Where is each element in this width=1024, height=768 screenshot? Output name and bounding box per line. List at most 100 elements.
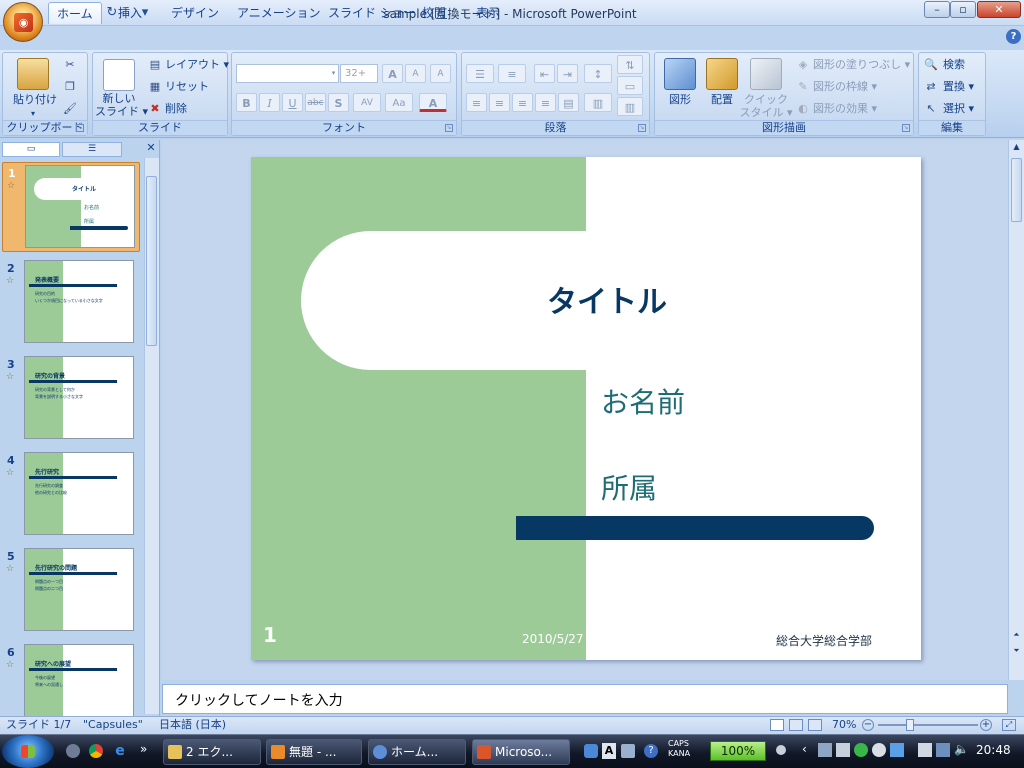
columns-icon[interactable]: ▥	[584, 93, 612, 112]
quick-style-label-2[interactable]: スタイル ▾	[739, 106, 793, 119]
numbering-icon[interactable]: ≡	[498, 64, 526, 83]
new-slide-label-1[interactable]: 新しい	[97, 92, 141, 105]
volume-icon[interactable]: 🔈	[954, 742, 969, 756]
chrome-icon[interactable]	[89, 744, 103, 758]
slideshow-view-icon[interactable]	[808, 719, 822, 731]
tools-icon[interactable]	[621, 744, 635, 758]
paste-arrow-icon[interactable]: ▾	[27, 107, 39, 120]
align-right-icon[interactable]: ≡	[512, 93, 533, 112]
shapes-icon[interactable]	[664, 58, 696, 90]
tray-device-icon[interactable]	[836, 743, 850, 757]
reset-button[interactable]: リセット	[165, 80, 209, 94]
task-powerpoint[interactable]: Microso...	[472, 739, 570, 765]
tab-insert[interactable]: 挿入	[110, 2, 150, 24]
tab-home[interactable]: ホーム	[48, 2, 102, 24]
bold-button[interactable]: B	[236, 93, 257, 112]
prev-slide-icon[interactable]: ⏶	[1011, 630, 1022, 642]
tray-display-icon[interactable]	[936, 743, 950, 757]
find-button[interactable]: 検索	[943, 58, 965, 72]
paste-icon[interactable]	[17, 58, 49, 90]
italic-button[interactable]: I	[259, 93, 280, 112]
paragraph-dialog-launcher-icon[interactable]: ↘	[638, 124, 646, 132]
increase-indent-icon[interactable]: ⇥	[557, 64, 578, 83]
slide-thumbnail[interactable]: 研究への展望 今後の展望 将来への見通し	[24, 644, 134, 716]
format-painter-icon[interactable]: 🖌	[63, 102, 77, 116]
clock[interactable]: 20:48	[976, 743, 1011, 757]
delete-icon[interactable]: ✖	[148, 102, 162, 116]
slides-pane-scrollbar[interactable]	[144, 158, 159, 714]
tab-slides-pane[interactable]: ▭	[2, 142, 60, 157]
slide-thumbnail[interactable]: 先行研究の問題 問題点の一つ目 問題点の二つ目	[24, 548, 134, 631]
slide-thumbnail[interactable]: 発表概要 研究の目的 いくつか項目になっている小さな文字	[24, 260, 134, 343]
slide-thumbnail-row[interactable]: 4 ☆ 先行研究 先行研究の調査 他の研究との比較	[2, 450, 140, 540]
decrease-indent-icon[interactable]: ⇤	[534, 64, 555, 83]
close-pane-icon[interactable]: ✕	[145, 142, 157, 154]
status-language[interactable]: 日本語 (日本)	[159, 718, 226, 732]
shape-fill-icon[interactable]: ◈	[796, 58, 810, 72]
zoom-slider-thumb[interactable]	[906, 719, 914, 731]
ime-help-icon[interactable]: ?	[644, 744, 658, 758]
help-icon[interactable]: ?	[1006, 29, 1021, 44]
distribute-icon[interactable]: ▤	[558, 93, 579, 112]
replace-icon[interactable]: ⇄	[924, 80, 938, 94]
align-center-icon[interactable]: ≡	[489, 93, 510, 112]
find-icon[interactable]: 🔍	[924, 58, 938, 72]
tab-outline-pane[interactable]: ☰	[62, 142, 122, 157]
tray-app-icon[interactable]	[776, 745, 786, 755]
tray-update-icon[interactable]	[872, 743, 886, 757]
quick-style-label-1[interactable]: クイック	[743, 93, 789, 106]
shrink-font-icon[interactable]: A	[405, 64, 426, 83]
slide-thumbnail-row[interactable]: 6 ☆ 研究への展望 今後の展望 将来への見通し	[2, 642, 140, 716]
minimize-button[interactable]: –	[924, 1, 950, 18]
sorter-view-icon[interactable]	[789, 719, 803, 731]
replace-button[interactable]: 置換 ▾	[943, 80, 974, 94]
select-button[interactable]: 選択 ▾	[943, 102, 974, 116]
slide-scrollbar[interactable]: ▲ ⏶ ⏷	[1008, 140, 1024, 680]
ie-icon[interactable]: e	[112, 743, 128, 759]
notes-placeholder[interactable]: クリックしてノートを入力	[175, 690, 343, 710]
shape-effects-icon[interactable]: ◐	[796, 102, 810, 116]
close-button[interactable]: ✕	[977, 1, 1021, 18]
tab-review[interactable]: 校閲	[414, 2, 454, 24]
zoom-level[interactable]: 70%	[832, 718, 856, 732]
tray-network-icon[interactable]	[818, 743, 832, 757]
strikethrough-button[interactable]: abc	[305, 93, 326, 112]
shape-outline-button[interactable]: 図形の枠線 ▾	[813, 80, 877, 94]
start-button[interactable]	[2, 735, 54, 768]
font-name-combo[interactable]	[236, 64, 339, 83]
slide-affiliation[interactable]: 所属	[601, 467, 657, 507]
arrange-icon[interactable]	[706, 58, 738, 90]
font-color-button[interactable]: A	[419, 93, 447, 112]
tab-design[interactable]: デザイン	[163, 2, 227, 24]
clear-format-icon[interactable]: A	[430, 64, 451, 83]
char-spacing-button[interactable]: AV	[353, 93, 381, 112]
tray-expand-icon[interactable]: ‹	[802, 742, 807, 756]
input-mode-icon[interactable]: A	[602, 743, 616, 759]
shape-fill-button[interactable]: 図形の塗りつぶし ▾	[813, 58, 910, 72]
delete-button[interactable]: 削除	[165, 102, 187, 116]
slide-thumbnail-row[interactable]: 2 ☆ 発表概要 研究の目的 いくつか項目になっている小さな文字	[2, 258, 140, 348]
zoom-in-icon[interactable]: +	[980, 719, 992, 731]
ime-icon[interactable]	[584, 744, 598, 758]
font-size-combo[interactable]: 32+	[340, 64, 378, 83]
bullets-icon[interactable]: ☰	[466, 64, 494, 83]
layout-button[interactable]: レイアウト ▾	[165, 58, 229, 72]
task-browser[interactable]: ホーム...	[368, 739, 466, 765]
reset-icon[interactable]: ▦	[148, 80, 162, 94]
change-case-button[interactable]: Aa	[385, 93, 413, 112]
grow-font-icon[interactable]: A	[382, 64, 403, 83]
new-slide-label-2[interactable]: スライド ▾	[95, 105, 148, 118]
dialog-launcher-icon[interactable]: ↘	[76, 124, 84, 132]
shape-outline-icon[interactable]: ✎	[796, 80, 810, 94]
underline-button[interactable]: U	[282, 93, 303, 112]
slide-name[interactable]: お名前	[601, 381, 685, 421]
normal-view-icon[interactable]	[770, 719, 784, 731]
slide-thumbnail-row[interactable]: 5 ☆ 先行研究の問題 問題点の一つ目 問題点の二つ目	[2, 546, 140, 636]
quick-style-icon[interactable]	[750, 58, 782, 90]
cut-icon[interactable]: ✂	[63, 58, 77, 72]
tray-security-icon[interactable]	[854, 743, 868, 757]
zoom-slider-track[interactable]	[878, 724, 978, 726]
scrollbar-thumb[interactable]	[146, 176, 157, 346]
paste-button-label[interactable]: 貼り付け	[9, 93, 61, 106]
slide-title[interactable]: タイトル	[547, 277, 667, 321]
